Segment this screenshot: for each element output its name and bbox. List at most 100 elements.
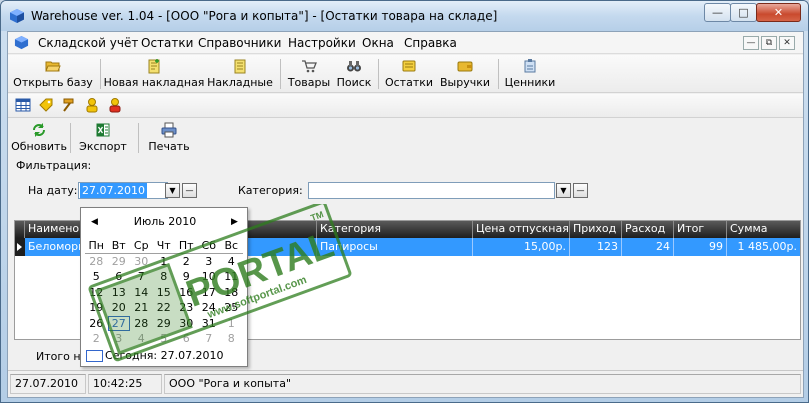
header-sum[interactable]: Сумма — [727, 221, 800, 238]
mdi-restore-button[interactable]: ⧉ — [761, 36, 777, 50]
calendar-day[interactable]: 11 — [220, 269, 243, 285]
calendar-day[interactable]: 1 — [220, 316, 243, 332]
table-icon[interactable] — [15, 97, 31, 113]
calendar-day[interactable]: 27 — [107, 315, 130, 331]
user-red-icon[interactable] — [107, 97, 123, 113]
hammer-icon[interactable] — [61, 97, 77, 113]
weekday-sun: Вс — [220, 238, 243, 254]
menu-help[interactable]: Справка — [404, 36, 457, 50]
calendar-day[interactable]: 2 — [175, 254, 198, 270]
header-category[interactable]: Категория — [317, 221, 473, 238]
calendar-day[interactable]: 6 — [175, 331, 198, 347]
main-toolbar: Открыть базу Новая накладная Накладные Т… — [8, 55, 803, 93]
calendar-day[interactable]: 8 — [153, 269, 176, 285]
minimize-icon: — — [746, 38, 756, 48]
calendar-day[interactable]: 4 — [220, 254, 243, 270]
tag-icon[interactable] — [38, 97, 54, 113]
calendar-day[interactable]: 12 — [85, 285, 108, 301]
header-price[interactable]: Цена отпускная — [473, 221, 570, 238]
mdi-minimize-button[interactable]: — — [743, 36, 759, 50]
row-pointer-icon — [17, 243, 22, 251]
menu-settings[interactable]: Настройки — [288, 36, 356, 50]
calendar-day[interactable]: 16 — [175, 285, 198, 301]
calendar-day[interactable]: 31 — [198, 316, 221, 332]
export-button[interactable]: Экспорт — [74, 119, 132, 155]
today-link[interactable]: Сегодня: 27.07.2010 — [105, 349, 224, 362]
calendar-day[interactable]: 19 — [85, 300, 108, 316]
binoculars-icon — [347, 61, 361, 72]
date-clear-button[interactable]: — — [182, 183, 197, 198]
calendar-day[interactable]: 25 — [220, 300, 243, 316]
header-out[interactable]: Расход — [622, 221, 674, 238]
calendar-day[interactable]: 3 — [198, 254, 221, 270]
minimize-button[interactable]: — — [704, 3, 731, 22]
calendar-day[interactable]: 3 — [108, 331, 131, 347]
date-input[interactable]: 27.07.2010 — [78, 182, 168, 199]
calendar-day[interactable]: 4 — [130, 331, 153, 347]
user-icon[interactable] — [84, 97, 100, 113]
calendar-day[interactable]: 8 — [220, 331, 243, 347]
search-button[interactable]: Поиск — [334, 55, 374, 91]
calendar-popup[interactable]: ◀ Июль 2010 ▶ Пн Вт Ср Чт Пт Сб Вс 28 29 3… — [80, 207, 248, 367]
calendar-day[interactable]: 26 — [85, 316, 108, 332]
calendar-day[interactable]: 5 — [85, 269, 108, 285]
menu-warehouse[interactable]: Складской учёт — [38, 36, 138, 50]
calendar-day[interactable]: 5 — [153, 331, 176, 347]
calendar-day[interactable]: 13 — [108, 285, 131, 301]
menu-remains[interactable]: Остатки — [141, 36, 193, 50]
calendar-day[interactable]: 14 — [130, 285, 153, 301]
category-label: Категория: — [238, 184, 303, 197]
mdi-close-button[interactable]: ✕ — [779, 36, 795, 50]
calendar-day[interactable]: 30 — [175, 316, 198, 332]
price-tag-icon — [524, 59, 536, 73]
category-input[interactable] — [308, 182, 555, 199]
header-total[interactable]: Итог — [674, 221, 727, 238]
calendar-day[interactable]: 10 — [198, 269, 221, 285]
next-month-button[interactable]: ▶ — [231, 217, 238, 227]
calendar-day[interactable]: 28 — [85, 254, 108, 270]
header-in[interactable]: Приход — [570, 221, 622, 238]
calendar-day[interactable]: 1 — [153, 254, 176, 270]
toolbar-separator — [280, 59, 281, 89]
calendar-day[interactable]: 18 — [220, 285, 243, 301]
calendar-day[interactable]: 9 — [175, 269, 198, 285]
cell-total: 99 — [674, 238, 727, 256]
calendar-day[interactable]: 23 — [175, 300, 198, 316]
excel-icon — [96, 123, 110, 137]
calendar-day[interactable]: 6 — [108, 269, 131, 285]
refresh-button[interactable]: Обновить — [11, 119, 67, 155]
calendar-day[interactable]: 30 — [130, 254, 153, 270]
close-button[interactable]: ✕ — [756, 3, 801, 22]
category-clear-button[interactable]: — — [573, 183, 588, 198]
open-base-button[interactable]: Открыть базу — [12, 55, 94, 91]
menu-windows[interactable]: Окна — [362, 36, 394, 50]
new-invoice-button[interactable]: Новая накладная — [104, 55, 204, 91]
calendar-day[interactable]: 22 — [153, 300, 176, 316]
menu-references[interactable]: Справочники — [198, 36, 281, 50]
calendar-day[interactable]: 21 — [130, 300, 153, 316]
revenue-button[interactable]: Выручки — [436, 55, 494, 91]
invoices-button[interactable]: Накладные — [204, 55, 276, 91]
calendar-day[interactable]: 20 — [108, 300, 131, 316]
calendar-day[interactable]: 2 — [85, 331, 108, 347]
calendar-day[interactable]: 15 — [153, 285, 176, 301]
print-label: Печать — [148, 140, 190, 153]
calendar-day[interactable]: 29 — [108, 254, 131, 270]
calendar-day[interactable]: 24 — [198, 300, 221, 316]
category-dropdown-button[interactable]: ▼ — [556, 183, 571, 198]
calendar-day[interactable]: 7 — [198, 331, 221, 347]
status-bar: 27.07.2010 10:42:25 ООО "Рога и копыта" — [8, 370, 803, 397]
goods-button[interactable]: Товары — [284, 55, 334, 91]
maximize-button[interactable]: □ — [730, 3, 757, 22]
date-dropdown-button[interactable]: ▼ — [165, 183, 180, 198]
print-button[interactable]: Печать — [142, 119, 196, 155]
minus-icon: — — [185, 186, 194, 195]
calendar-day[interactable]: 7 — [130, 269, 153, 285]
calendar-day[interactable]: 17 — [198, 285, 221, 301]
calendar-day[interactable]: 28 — [130, 316, 153, 332]
remains-button[interactable]: Остатки — [382, 55, 436, 91]
open-base-label: Открыть базу — [13, 76, 93, 89]
price-tags-button[interactable]: Ценники — [502, 55, 558, 91]
title-bar[interactable]: Warehouse ver. 1.04 - [ООО "Рога и копыт… — [1, 1, 808, 31]
calendar-day[interactable]: 29 — [153, 316, 176, 332]
